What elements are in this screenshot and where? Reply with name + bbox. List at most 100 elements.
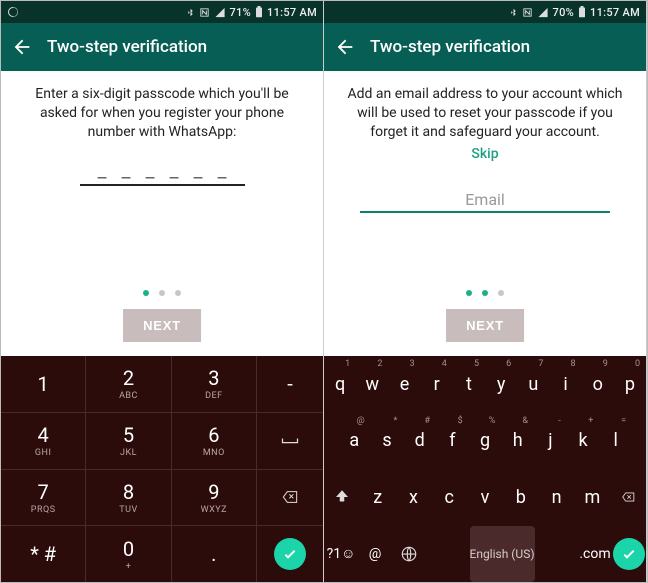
email-placeholder: Email: [360, 190, 610, 211]
battery-icon: [255, 6, 263, 18]
battery-icon: [578, 6, 586, 18]
numkey-4[interactable]: 4GHI: [1, 413, 86, 469]
key-b[interactable]: b: [503, 469, 539, 526]
back-icon[interactable]: [11, 36, 33, 58]
key-n[interactable]: n: [539, 469, 575, 526]
key-p[interactable]: p0: [614, 356, 646, 413]
key-f[interactable]: f$: [436, 413, 469, 470]
backspace-icon: [279, 489, 301, 505]
key-q[interactable]: q1: [324, 356, 356, 413]
numkey-✓[interactable]: [257, 526, 323, 582]
instruction-text: Add an email address to your account whi…: [342, 85, 628, 142]
email-field[interactable]: Email: [360, 190, 610, 213]
key-j[interactable]: j-: [534, 413, 567, 470]
phone-left: 71% 11:57 AM Two-step verification Enter…: [1, 1, 324, 582]
numkey-8[interactable]: 8TUV: [86, 470, 171, 526]
numkey-6[interactable]: 6MNO: [172, 413, 257, 469]
key-v[interactable]: v: [467, 469, 503, 526]
status-bar: 71% 11:57 AM: [1, 1, 323, 23]
key-c[interactable]: c: [431, 469, 467, 526]
key-e[interactable]: e3: [388, 356, 420, 413]
key-g[interactable]: g%: [469, 413, 502, 470]
key-t[interactable]: t5: [453, 356, 485, 413]
numkey-5[interactable]: 5JKL: [86, 413, 171, 469]
spacebar[interactable]: English (US): [470, 526, 535, 583]
backspace-icon: [618, 490, 638, 504]
bluetooth-icon: [186, 7, 195, 18]
dotcom-key[interactable]: .com: [578, 526, 612, 583]
key-y[interactable]: y6: [485, 356, 517, 413]
skip-link[interactable]: Skip: [471, 146, 498, 162]
key-u[interactable]: u7: [517, 356, 549, 413]
at-key[interactable]: @: [358, 526, 392, 583]
numkey-9[interactable]: 9WXYZ: [172, 470, 257, 526]
clock: 11:57 AM: [590, 6, 640, 19]
step-dot: [466, 290, 472, 296]
next-button[interactable]: NEXT: [446, 309, 524, 342]
key-m[interactable]: m: [574, 469, 610, 526]
clock: 11:57 AM: [267, 6, 317, 19]
globe-icon: [400, 545, 418, 563]
signal-icon: [537, 7, 549, 18]
symbols-key[interactable]: ?1☺: [324, 526, 358, 583]
numkey-3[interactable]: 3DEF: [172, 356, 257, 412]
done-icon[interactable]: [274, 538, 306, 570]
numkey-⌫[interactable]: [257, 470, 323, 526]
instruction-text: Enter a six-digit passcode which you'll …: [19, 85, 305, 142]
step-dot: [159, 290, 165, 296]
key-a[interactable]: a@: [338, 413, 371, 470]
next-button[interactable]: NEXT: [123, 309, 201, 342]
content-area: Enter a six-digit passcode which you'll …: [1, 71, 323, 356]
key-x[interactable]: x: [396, 469, 432, 526]
key-i[interactable]: i8: [549, 356, 581, 413]
phone-right: 70% 11:57 AM Two-step verification Add a…: [324, 1, 647, 582]
app-bar: Two-step verification: [1, 23, 323, 71]
key-k[interactable]: k+: [567, 413, 600, 470]
numkey-␣[interactable]: [257, 413, 323, 469]
key-d[interactable]: d#: [403, 413, 436, 470]
key-⇧[interactable]: [324, 469, 360, 526]
back-icon[interactable]: [334, 36, 356, 58]
step-dot: [482, 290, 488, 296]
key-⌫[interactable]: [610, 469, 646, 526]
key-r[interactable]: r4: [421, 356, 453, 413]
step-dot: [143, 290, 149, 296]
signal-icon: [214, 7, 226, 18]
nfc-icon: [199, 7, 210, 18]
step-dots: [1, 290, 323, 296]
app-indicator-icon: [7, 6, 19, 18]
step-dots: [324, 290, 646, 296]
app-bar: Two-step verification: [324, 23, 646, 71]
page-title: Two-step verification: [47, 37, 207, 57]
battery-pct: 71%: [230, 6, 252, 19]
key-z[interactable]: z: [360, 469, 396, 526]
numkey-2[interactable]: 2ABC: [86, 356, 171, 412]
bluetooth-icon: [509, 7, 518, 18]
key-h[interactable]: h&: [501, 413, 534, 470]
enter-key[interactable]: [612, 526, 646, 583]
numkey--[interactable]: -: [257, 356, 323, 412]
key-o[interactable]: o9: [582, 356, 614, 413]
key-w[interactable]: w2: [356, 356, 388, 413]
key-s[interactable]: s*: [371, 413, 404, 470]
numeric-keyboard: 12ABC3DEF- 4GHI5JKL6MNO 7PRQS8TUV9WXYZ * #0…: [1, 356, 323, 582]
done-icon: [613, 538, 645, 570]
numkey-1[interactable]: 1: [1, 356, 86, 412]
nfc-icon: [522, 7, 533, 18]
status-bar: 70% 11:57 AM: [324, 1, 646, 23]
numkey-* #[interactable]: * #: [1, 526, 86, 582]
numkey-.[interactable]: .: [172, 526, 257, 582]
key-l[interactable]: l=: [599, 413, 632, 470]
shift-icon: [333, 488, 351, 506]
battery-pct: 70%: [553, 6, 575, 19]
page-title: Two-step verification: [370, 37, 530, 57]
globe-key[interactable]: [392, 526, 426, 583]
step-dot: [175, 290, 181, 296]
content-area: Add an email address to your account whi…: [324, 71, 646, 356]
space-icon: [280, 435, 300, 447]
numkey-0[interactable]: 0+: [86, 526, 171, 582]
step-dot: [498, 290, 504, 296]
qwerty-keyboard: q1w2e3r4t5y6u7i8o9p0 a@s*d#f$g%h&j-k+l= zx…: [324, 356, 646, 582]
passcode-field[interactable]: ___ ___: [80, 158, 245, 186]
numkey-7[interactable]: 7PRQS: [1, 470, 86, 526]
